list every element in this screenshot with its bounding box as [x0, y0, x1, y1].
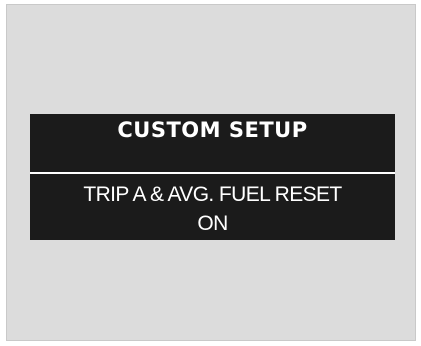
figure-frame: CUSTOM SETUP TRIP A & AVG. FUEL RESET ON [6, 4, 416, 341]
setting-value: ON [197, 212, 228, 235]
display-divider [30, 172, 395, 174]
instrument-display: CUSTOM SETUP TRIP A & AVG. FUEL RESET ON [30, 114, 395, 240]
setting-name: TRIP A & AVG. FUEL RESET [83, 183, 342, 206]
display-title: CUSTOM SETUP [117, 118, 308, 142]
